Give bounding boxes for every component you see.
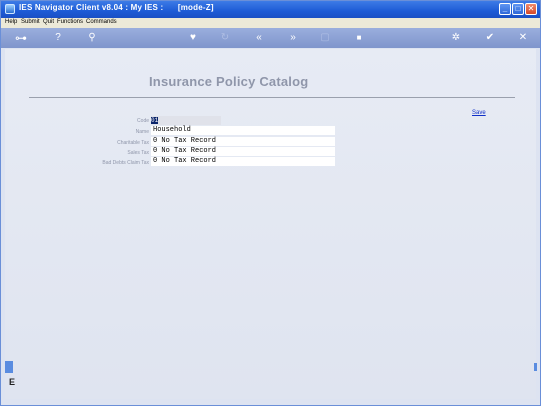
menu-submit[interactable]: Submit <box>21 19 40 25</box>
search-icon[interactable]: ⚲ <box>85 31 99 45</box>
name-field[interactable]: Household <box>151 126 335 135</box>
first-record-icon[interactable]: « <box>252 31 266 45</box>
check-icon[interactable]: ✔ <box>483 31 497 45</box>
menu-functions[interactable]: Functions <box>57 19 83 25</box>
right-edge-tab[interactable] <box>534 363 537 371</box>
menu-bar: Help Submit Quit Functions Commands <box>1 18 540 28</box>
last-record-icon[interactable]: » <box>286 31 300 45</box>
menu-quit[interactable]: Quit <box>43 19 54 25</box>
sales-tax-label: Sales Tax <box>127 150 149 156</box>
maximize-button[interactable]: □ <box>512 3 524 15</box>
minimize-button[interactable]: _ <box>499 3 511 15</box>
title-bar: IES Navigator Client v8.04 : My IES : [m… <box>1 1 540 18</box>
stop-icon[interactable]: ■ <box>352 31 366 45</box>
charitable-tax-label: Charitable Tax <box>117 140 149 146</box>
toolbar: ⊶ ? ⚲ ♥ ↻ « » ▢ ■ ✲ ✔ ✕ <box>1 28 540 48</box>
app-icon <box>5 4 15 14</box>
menu-commands[interactable]: Commands <box>86 19 117 25</box>
name-label: Name <box>135 129 149 135</box>
key-icon[interactable]: ⊶ <box>9 31 33 45</box>
favorite-heart-icon[interactable]: ♥ <box>186 31 200 45</box>
window-close-button[interactable]: ✕ <box>525 3 537 15</box>
menu-help[interactable]: Help <box>5 19 17 25</box>
side-e-icon[interactable]: E <box>9 377 17 387</box>
window-title: IES Navigator Client v8.04 : My IES : [m… <box>19 3 214 12</box>
charitable-tax-field[interactable]: 0 No Tax Record <box>151 137 335 146</box>
page-title: Insurance Policy Catalog <box>149 74 309 89</box>
title-divider <box>29 97 515 98</box>
refresh-icon[interactable]: ↻ <box>218 31 232 45</box>
close-icon[interactable]: ✕ <box>516 31 530 45</box>
main-content <box>5 49 536 399</box>
document-icon[interactable]: ▢ <box>318 31 332 45</box>
app-window: IES Navigator Client v8.04 : My IES : [m… <box>0 0 541 406</box>
side-tab[interactable] <box>5 361 13 373</box>
code-value[interactable]: 01 <box>151 117 158 124</box>
sales-tax-field[interactable]: 0 No Tax Record <box>151 147 335 156</box>
code-field[interactable]: 01 <box>151 116 221 125</box>
bad-debts-claim-tax-label: Bad Debts Claim Tax <box>102 160 149 166</box>
code-label: Code <box>137 118 149 124</box>
save-link[interactable]: Save <box>472 110 486 116</box>
help-icon[interactable]: ? <box>51 31 65 45</box>
settings-icon[interactable]: ✲ <box>449 31 463 45</box>
bad-debts-claim-tax-field[interactable]: 0 No Tax Record <box>151 157 335 166</box>
